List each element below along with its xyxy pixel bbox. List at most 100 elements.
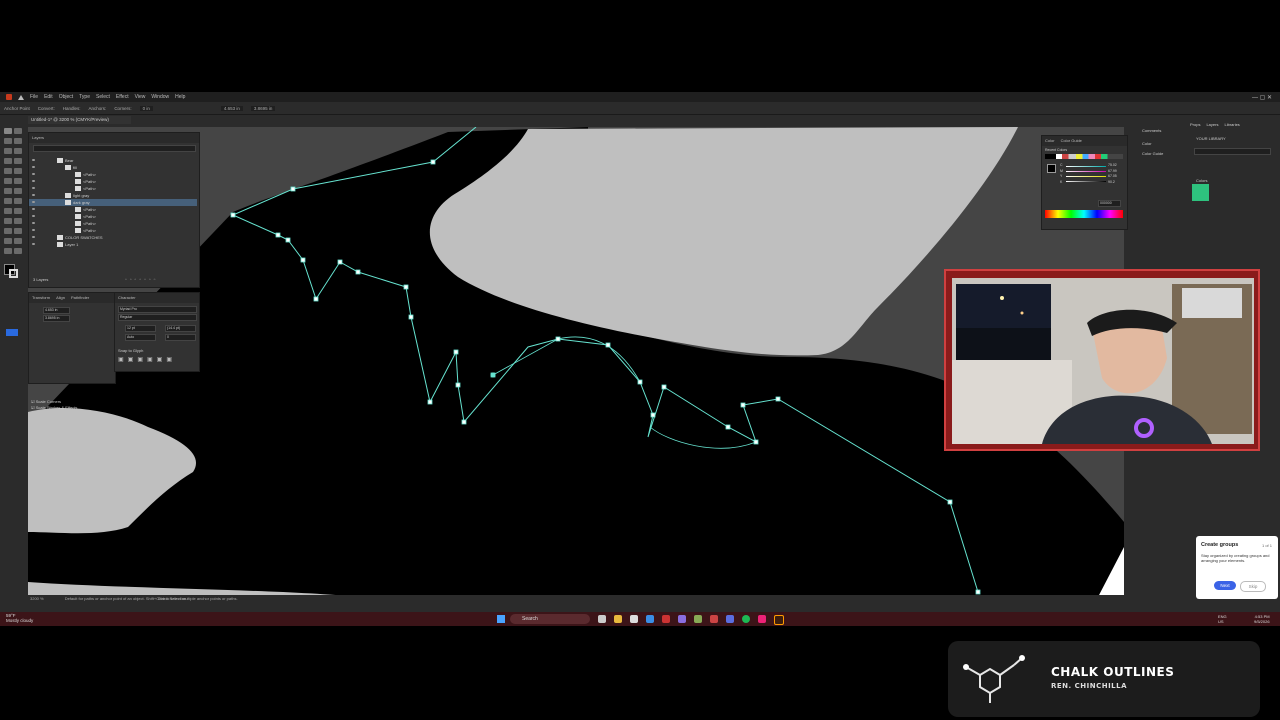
tab-libraries[interactable]: Libraries bbox=[1224, 122, 1239, 127]
weather-widget[interactable]: 59°F Mostly cloudy bbox=[6, 613, 33, 623]
menu-object[interactable]: Object bbox=[59, 94, 73, 100]
channel-c-value[interactable]: 75.02 bbox=[1108, 163, 1117, 169]
font-size-field[interactable]: 12 pt bbox=[125, 325, 156, 332]
rectangle-tool-icon[interactable] bbox=[4, 158, 12, 164]
tab-character[interactable]: Character bbox=[118, 295, 136, 301]
scale-corners-checkbox[interactable]: ☑ Scale Corners bbox=[31, 399, 61, 404]
taskbar-search[interactable]: Search bbox=[510, 614, 590, 624]
layer-row[interactable]: <Path> bbox=[29, 178, 197, 185]
slice-tool-icon[interactable] bbox=[14, 238, 22, 244]
file-explorer-icon[interactable] bbox=[614, 615, 622, 623]
artboard-tool-icon[interactable] bbox=[4, 238, 12, 244]
scale-strokes-checkbox[interactable]: ☑ Scale Strokes & Effects bbox=[31, 405, 77, 410]
pencil-tool-icon[interactable] bbox=[4, 168, 12, 174]
visibility-icon[interactable] bbox=[32, 222, 35, 224]
channel-k-value[interactable]: 90.2 bbox=[1108, 180, 1117, 186]
tracking-field[interactable]: 0 bbox=[165, 334, 196, 341]
pen-tool-icon[interactable] bbox=[4, 138, 12, 144]
visibility-icon[interactable] bbox=[32, 201, 35, 203]
transform-y-field[interactable]: 3.8695 in bbox=[43, 315, 70, 322]
layer-row[interactable]: Bear bbox=[29, 157, 197, 164]
stroke-swatch[interactable] bbox=[9, 269, 18, 278]
visibility-icon[interactable] bbox=[32, 243, 35, 245]
layers-footer-icons[interactable]: ▫▫▫▫▫▫▫ bbox=[125, 277, 158, 283]
menu-effect[interactable]: Effect bbox=[116, 94, 129, 100]
layer-row[interactable]: <Path> bbox=[29, 227, 197, 234]
paintbrush-tool-icon[interactable] bbox=[14, 158, 22, 164]
mesh-tool-icon[interactable] bbox=[4, 208, 12, 214]
clock[interactable]: 4:53 PM 9/5/2026 bbox=[1254, 614, 1270, 624]
discord-icon[interactable] bbox=[726, 615, 734, 623]
tip-skip-button[interactable]: Skip bbox=[1240, 581, 1266, 592]
corners-field[interactable]: 0 in bbox=[139, 105, 153, 111]
shape-builder-tool-icon[interactable] bbox=[4, 198, 12, 204]
tip-next-button[interactable]: Next bbox=[1214, 581, 1236, 590]
visibility-icon[interactable] bbox=[32, 208, 35, 210]
window-controls[interactable]: — ▢ ✕ bbox=[1252, 94, 1272, 101]
font-style-field[interactable]: Regular bbox=[118, 314, 197, 321]
tab-props[interactable]: Props bbox=[1190, 122, 1200, 127]
task-view-icon[interactable] bbox=[598, 615, 606, 623]
layer-row[interactable]: COLOR SWATCHES bbox=[29, 234, 197, 241]
language-indicator[interactable]: ENG US bbox=[1218, 614, 1227, 624]
color-dock-label[interactable]: Color bbox=[1142, 141, 1152, 146]
hex-field[interactable]: 000000 bbox=[1098, 200, 1121, 207]
channel-y-value[interactable]: 67.05 bbox=[1108, 174, 1117, 180]
x-field[interactable]: 4.653 in bbox=[220, 105, 243, 111]
visibility-icon[interactable] bbox=[32, 180, 35, 182]
menu-type[interactable]: Type bbox=[79, 94, 90, 100]
comments-label[interactable]: Comments bbox=[1142, 128, 1161, 133]
recent-colors-swatches[interactable] bbox=[1045, 154, 1123, 159]
perspective-tool-icon[interactable] bbox=[14, 198, 22, 204]
free-transform-tool-icon[interactable] bbox=[14, 188, 22, 194]
layers-search-field[interactable] bbox=[33, 145, 196, 152]
character-options-icons[interactable]: ▣▣▣▣▣▣ bbox=[118, 356, 176, 363]
store-icon[interactable] bbox=[630, 615, 638, 623]
edit-toolbar-icon[interactable] bbox=[6, 329, 18, 336]
tab-align[interactable]: Align bbox=[56, 295, 65, 301]
layer-row[interactable]: <Path> bbox=[29, 213, 197, 220]
direct-selection-tool-icon[interactable] bbox=[14, 128, 22, 134]
eyedropper-tool-icon[interactable] bbox=[4, 218, 12, 224]
transform-x-field[interactable]: 4.653 in bbox=[43, 307, 70, 314]
visibility-icon[interactable] bbox=[32, 166, 35, 168]
y-field[interactable]: 3.8695 in bbox=[250, 105, 276, 111]
edge-icon[interactable] bbox=[646, 615, 654, 623]
layer-row-selected[interactable]: dark gray bbox=[29, 199, 197, 206]
tab-transform[interactable]: Transform bbox=[32, 295, 50, 301]
visibility-icon[interactable] bbox=[32, 173, 35, 175]
graph-tool-icon[interactable] bbox=[14, 228, 22, 234]
illustrator-icon[interactable] bbox=[774, 615, 784, 625]
layer-row[interactable]: <Path> bbox=[29, 220, 197, 227]
app-icon[interactable] bbox=[662, 615, 670, 623]
layer-row[interactable]: <Path> bbox=[29, 171, 197, 178]
menu-file[interactable]: File bbox=[30, 94, 38, 100]
menu-window[interactable]: Window bbox=[151, 94, 169, 100]
visibility-icon[interactable] bbox=[32, 215, 35, 217]
font-family-field[interactable]: Myriad Pro bbox=[118, 306, 197, 313]
tab-layers[interactable]: Layers bbox=[32, 135, 44, 141]
kerning-field[interactable]: Auto bbox=[125, 334, 156, 341]
library-search[interactable] bbox=[1194, 148, 1271, 155]
zoom-level[interactable]: 3200 % bbox=[30, 596, 44, 601]
symbol-sprayer-tool-icon[interactable] bbox=[4, 228, 12, 234]
layer-row[interactable]: fill bbox=[29, 164, 197, 171]
color-values[interactable]: 75.02 67.99 67.05 90.2 bbox=[1108, 163, 1117, 185]
app-icon[interactable] bbox=[678, 615, 686, 623]
layer-row[interactable]: Layer 1 bbox=[29, 241, 197, 248]
visibility-icon[interactable] bbox=[32, 236, 35, 238]
selection-tool-icon[interactable] bbox=[4, 128, 12, 134]
spotify-icon[interactable] bbox=[742, 615, 750, 623]
chrome-icon[interactable] bbox=[710, 615, 718, 623]
layer-row[interactable]: <Path> bbox=[29, 185, 197, 192]
visibility-icon[interactable] bbox=[32, 194, 35, 196]
menu-help[interactable]: Help bbox=[175, 94, 185, 100]
tab-color[interactable]: Color bbox=[1045, 138, 1055, 144]
color-guide-dock-label[interactable]: Color Guide bbox=[1142, 151, 1163, 156]
rotate-tool-icon[interactable] bbox=[4, 178, 12, 184]
tab-color-guide[interactable]: Color Guide bbox=[1061, 138, 1082, 144]
layer-row[interactable]: <Path> bbox=[29, 206, 197, 213]
library-color-swatch[interactable] bbox=[1192, 184, 1209, 201]
leading-field[interactable]: (14.4 pt) bbox=[165, 325, 196, 332]
type-tool-icon[interactable] bbox=[4, 148, 12, 154]
